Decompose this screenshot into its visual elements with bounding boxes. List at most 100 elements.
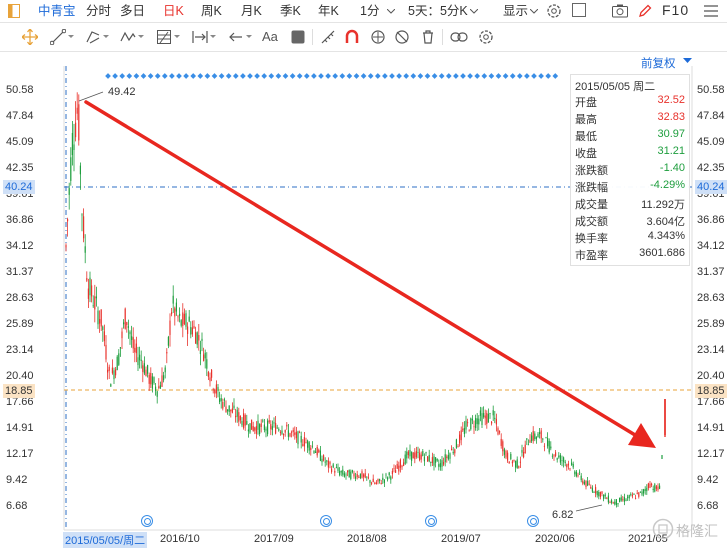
candle-body	[460, 430, 462, 441]
camera-icon[interactable]	[612, 4, 628, 18]
candle-body	[518, 466, 520, 468]
list-icon[interactable]	[704, 4, 718, 18]
candle-body	[590, 486, 592, 489]
candle-body	[494, 417, 496, 420]
chevron-down-icon[interactable]	[387, 9, 395, 14]
chevron-down-icon[interactable]	[174, 35, 180, 39]
candle-body	[566, 464, 568, 468]
candle-body	[116, 356, 118, 371]
arrow-tool-icon[interactable]	[228, 29, 244, 45]
wave-tool-icon[interactable]	[120, 29, 136, 45]
pencil-icon[interactable]	[637, 3, 653, 19]
magnet-icon[interactable]	[344, 29, 360, 45]
hide-icon[interactable]	[394, 29, 410, 45]
multi-period-select[interactable]: 5天：5分K	[408, 3, 468, 19]
x-axis-label: 2016/10	[160, 533, 200, 545]
text-tool-button[interactable]: Aa	[262, 29, 278, 45]
candle-body	[375, 482, 377, 484]
tab-period-2[interactable]: 日K	[163, 3, 184, 19]
drawing-toolbar: Aa	[0, 23, 727, 52]
chevron-down-icon[interactable]	[246, 35, 252, 39]
candle-body	[337, 467, 339, 471]
chevron-down-icon[interactable]	[103, 35, 109, 39]
f10-button[interactable]: F10	[662, 2, 689, 18]
display-menu[interactable]: 显示	[503, 3, 528, 19]
candle-body	[523, 451, 525, 458]
y-axis-label-right: 47.84	[697, 110, 725, 122]
tab-period-6[interactable]: 年K	[318, 3, 339, 19]
event-dot	[119, 73, 126, 79]
link-icon[interactable]	[450, 30, 468, 44]
tab-period-5[interactable]: 季K	[280, 3, 301, 19]
tooltip-value: 11.292万	[641, 199, 685, 211]
settings-icon[interactable]	[478, 29, 494, 45]
chevron-down-icon[interactable]	[138, 35, 144, 39]
tab-period-3[interactable]: 周K	[201, 3, 222, 19]
candle-body	[291, 431, 293, 433]
settings-icon[interactable]	[546, 3, 562, 19]
event-marker-icon[interactable]	[141, 515, 153, 527]
candle-body	[497, 428, 499, 435]
ruler-icon[interactable]	[320, 29, 336, 45]
candle-body	[476, 418, 478, 425]
candle-body	[83, 216, 85, 239]
candle-body	[294, 432, 296, 435]
sidebar-toggle-icon[interactable]	[8, 4, 20, 18]
candle-body	[508, 461, 510, 464]
candle-body	[587, 481, 589, 486]
candle-body	[575, 471, 577, 477]
event-marker-icon[interactable]	[527, 515, 539, 527]
event-dot	[204, 73, 211, 79]
checkbox-icon[interactable]	[572, 3, 587, 18]
candle-body	[167, 336, 169, 346]
channel-tool-icon[interactable]	[85, 29, 101, 45]
candle-body	[249, 423, 251, 433]
stock-name[interactable]: 中青宝	[38, 3, 76, 19]
rect-tool-icon[interactable]	[290, 29, 306, 45]
tooltip-row: 最高 32.83	[571, 111, 689, 129]
candle-body	[593, 492, 595, 493]
candle-body	[267, 420, 269, 435]
candle-body	[563, 457, 565, 463]
candle-body	[390, 476, 392, 480]
chevron-down-icon[interactable]	[530, 9, 538, 14]
candle-body	[367, 477, 369, 479]
candle-body	[547, 438, 549, 447]
tooltip-key: 开盘	[575, 97, 597, 109]
range-tool-icon[interactable]	[192, 29, 208, 45]
candle-body	[620, 497, 622, 501]
candle-body	[251, 419, 253, 430]
event-marker-icon[interactable]	[320, 515, 332, 527]
chevron-down-icon[interactable]	[210, 35, 216, 39]
high-price-annotation: 49.42	[108, 86, 136, 98]
chevron-down-icon[interactable]	[683, 58, 692, 64]
event-dot	[531, 73, 537, 79]
tab-period-4[interactable]: 月K	[241, 3, 262, 19]
candle-body	[550, 446, 552, 449]
y-axis-label-right: 31.37	[697, 266, 725, 278]
line-tool-icon[interactable]	[50, 29, 66, 45]
event-marker-icon[interactable]	[425, 515, 437, 527]
sync-icon[interactable]	[370, 29, 386, 45]
tab-period-7[interactable]: 1分	[360, 3, 379, 19]
trash-icon[interactable]	[420, 29, 436, 45]
chevron-down-icon[interactable]	[68, 35, 74, 39]
candle-body	[595, 487, 597, 494]
crosshair-price-label-right: 40.24	[695, 180, 727, 194]
candle-body	[404, 454, 406, 464]
event-dot	[403, 73, 410, 79]
event-dot	[325, 73, 331, 79]
chevron-down-icon[interactable]	[470, 9, 478, 14]
y-axis-label-right: 45.09	[697, 136, 725, 148]
tab-period-1[interactable]: 多日	[120, 3, 145, 19]
event-dot	[382, 73, 388, 79]
candle-body	[259, 424, 261, 434]
fibonacci-tool-icon[interactable]	[156, 29, 172, 45]
candle-body	[134, 347, 136, 353]
tab-period-0[interactable]: 分时	[86, 3, 111, 19]
tooltip-row: 涨跌额 -1.40	[571, 162, 689, 180]
candle-body	[428, 455, 430, 462]
adjust-mode-button[interactable]: 前复权	[641, 55, 676, 71]
move-icon[interactable]	[22, 29, 38, 45]
event-dot	[417, 73, 424, 79]
